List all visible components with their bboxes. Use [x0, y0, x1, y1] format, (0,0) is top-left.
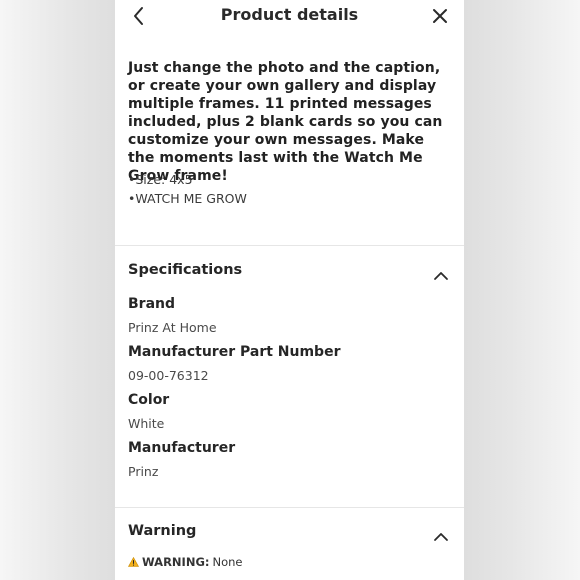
sheet-header: Product details — [115, 0, 464, 34]
warning-value: None — [212, 555, 243, 569]
warning-line: WARNING: None — [128, 555, 243, 569]
spec-label-color: Color — [128, 392, 170, 408]
bullet-size: •Size: 4x5 — [128, 172, 193, 187]
warning-heading[interactable]: Warning — [128, 523, 196, 539]
product-description: Just change the photo and the caption, o… — [128, 60, 443, 184]
spec-label-manufacturer: Manufacturer — [128, 440, 236, 456]
background-blur-right — [464, 0, 580, 580]
spec-value-part-number: 09-00-76312 — [128, 368, 209, 383]
spec-label-brand: Brand — [128, 296, 176, 312]
close-button[interactable] — [430, 6, 450, 26]
divider — [115, 507, 464, 508]
warning-collapse-button[interactable] — [433, 527, 449, 541]
warning-triangle-icon — [128, 557, 139, 567]
warning-label: WARNING: — [142, 555, 210, 569]
product-bullets: •Size: 4x5 •WATCH ME GROW — [128, 170, 247, 208]
spec-value-manufacturer: Prinz — [128, 464, 159, 479]
spec-label-part-number: Manufacturer Part Number — [128, 344, 341, 360]
bullet-title: •WATCH ME GROW — [128, 191, 247, 206]
specifications-collapse-button[interactable] — [433, 266, 449, 280]
chevron-up-icon — [434, 272, 448, 280]
spec-value-color: White — [128, 416, 165, 431]
spec-value-brand: Prinz At Home — [128, 320, 217, 335]
divider — [115, 245, 464, 246]
product-details-sheet: Product details Just change the photo an… — [115, 0, 464, 580]
page-title: Product details — [220, 5, 359, 24]
background-blur-left — [0, 0, 115, 580]
close-icon — [433, 9, 447, 23]
specifications-heading[interactable]: Specifications — [128, 262, 242, 278]
chevron-up-icon — [434, 533, 448, 541]
